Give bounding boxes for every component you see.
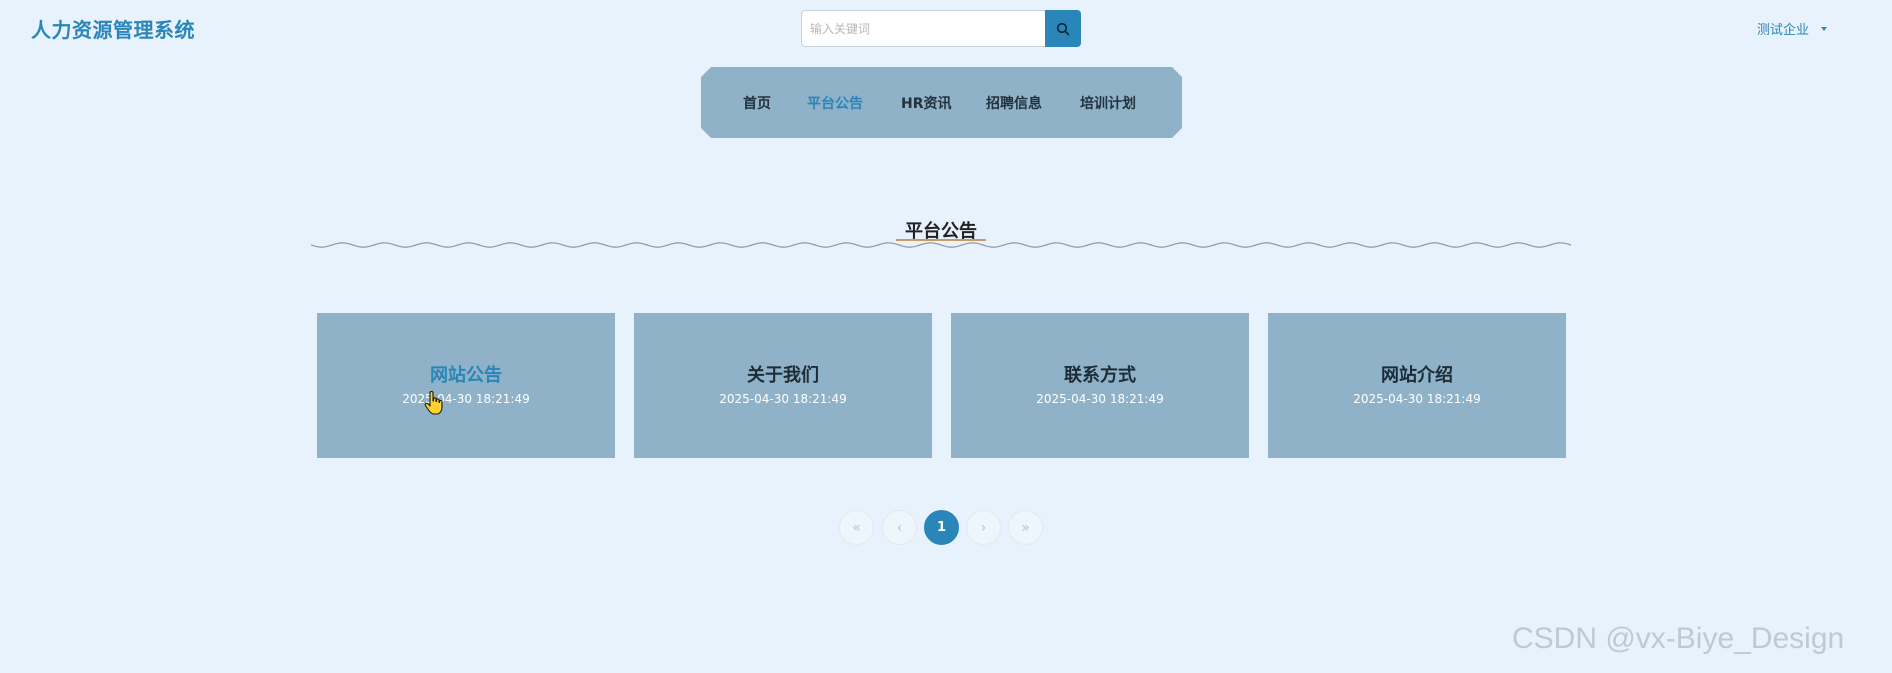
notice-card[interactable]: 联系方式 2025-04-30 18:21:49 bbox=[951, 313, 1249, 458]
pagination-page[interactable]: 1 bbox=[924, 510, 959, 545]
app-title: 人力资源管理系统 bbox=[31, 18, 195, 42]
search-icon bbox=[1057, 22, 1070, 35]
card-date: 2025-04-30 18:21:49 bbox=[1353, 392, 1481, 406]
pagination-prev[interactable]: ‹ bbox=[882, 510, 917, 545]
user-menu-label: 测试企业 bbox=[1757, 23, 1810, 38]
nav-item-training[interactable]: 培训计划 bbox=[1080, 93, 1136, 113]
caret-down-icon bbox=[1821, 26, 1828, 31]
wave-divider bbox=[311, 242, 1571, 248]
search-input[interactable] bbox=[801, 10, 1046, 47]
notice-card[interactable]: 网站介绍 2025-04-30 18:21:49 bbox=[1268, 313, 1566, 458]
title-underline bbox=[896, 239, 986, 241]
notice-card[interactable]: 关于我们 2025-04-30 18:21:49 bbox=[634, 313, 932, 458]
hand-pointer-icon bbox=[424, 391, 443, 415]
card-title: 网站介绍 bbox=[1381, 365, 1453, 386]
card-title: 关于我们 bbox=[747, 365, 819, 386]
card-date: 2025-04-30 18:21:49 bbox=[1036, 392, 1164, 406]
watermark: CSDN @vx-Biye_Design bbox=[1512, 622, 1845, 655]
nav-item-announcements[interactable]: 平台公告 bbox=[807, 93, 863, 113]
user-menu[interactable]: 测试企业 bbox=[1757, 19, 1828, 38]
pagination-next[interactable]: › bbox=[966, 510, 1001, 545]
card-title: 网站公告 bbox=[430, 365, 502, 386]
main-nav: 首页 平台公告 HR资讯 招聘信息 培训计划 bbox=[701, 67, 1182, 138]
search-button[interactable] bbox=[1045, 10, 1081, 47]
search-bar bbox=[801, 10, 1081, 47]
nav-item-home[interactable]: 首页 bbox=[743, 93, 771, 113]
pagination-first[interactable]: « bbox=[839, 510, 874, 545]
card-date: 2025-04-30 18:21:49 bbox=[719, 392, 847, 406]
card-title: 联系方式 bbox=[1064, 365, 1136, 386]
pagination-last[interactable]: » bbox=[1008, 510, 1043, 545]
notice-card[interactable]: 网站公告 2025-04-30 18:21:49 bbox=[317, 313, 615, 458]
nav-item-hr-news[interactable]: HR资讯 bbox=[901, 93, 952, 113]
card-date: 2025-04-30 18:21:49 bbox=[402, 392, 530, 406]
nav-item-recruitment[interactable]: 招聘信息 bbox=[986, 93, 1042, 113]
